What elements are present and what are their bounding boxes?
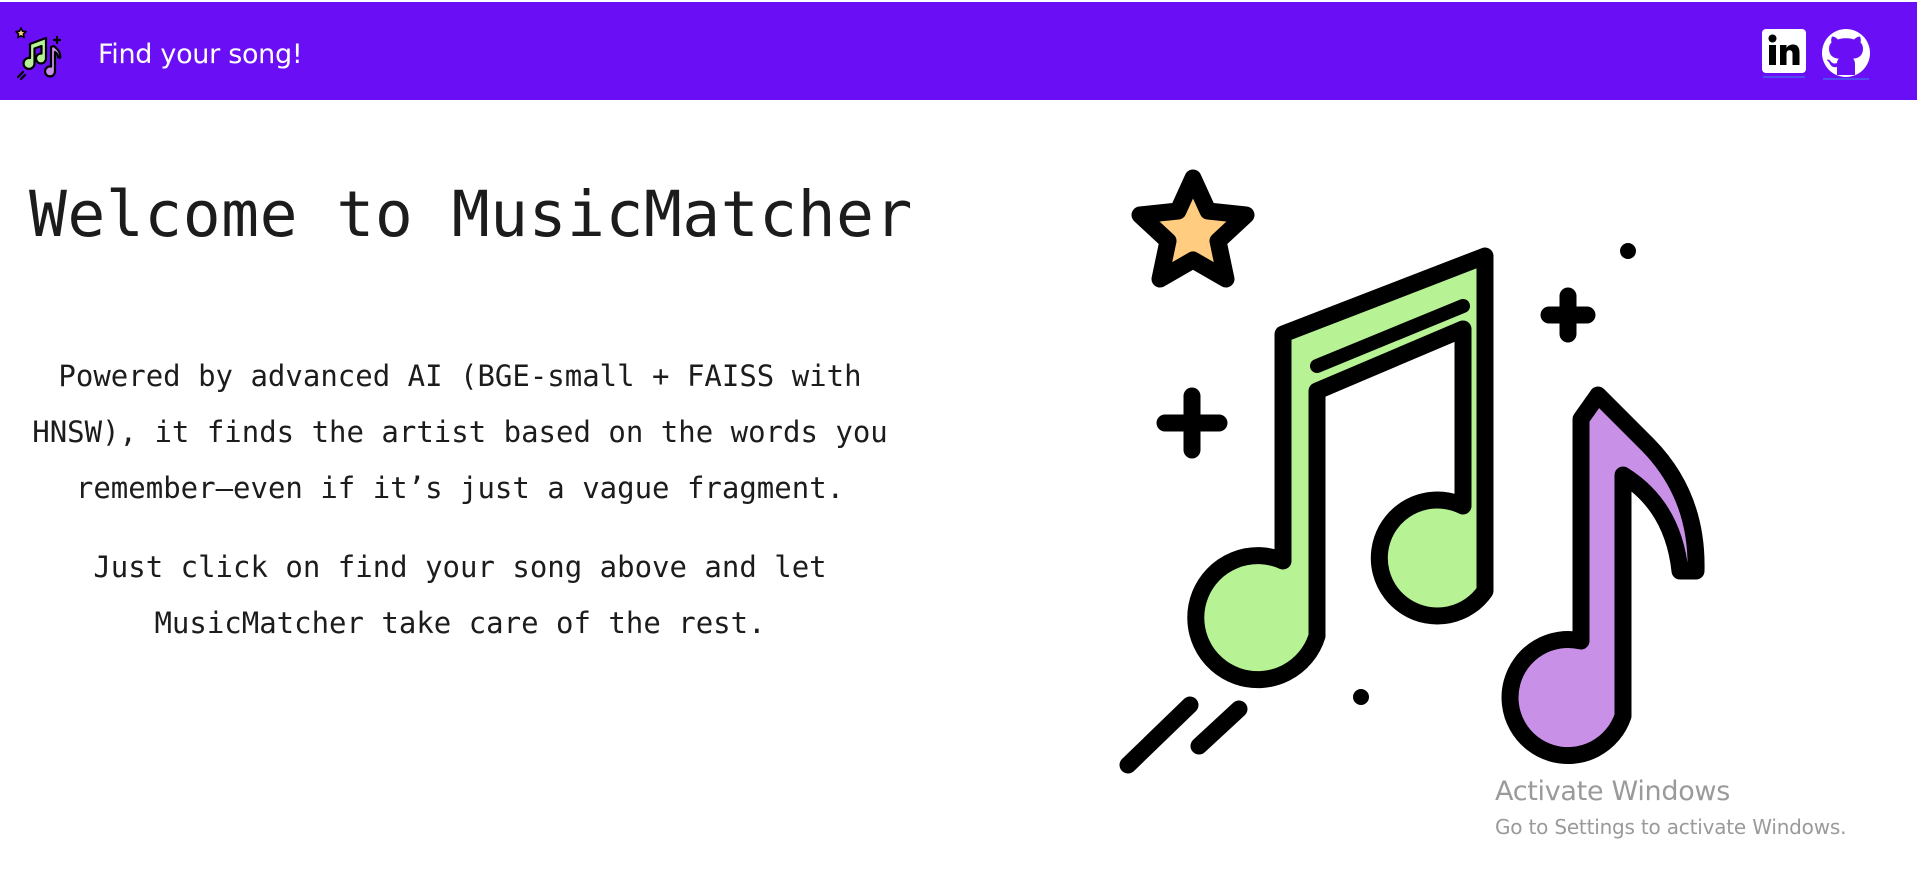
page-title: Welcome to MusicMatcher (29, 178, 913, 251)
hero-description: Powered by advanced AI (BGE-small + FAIS… (30, 348, 890, 674)
single-note-icon (1501, 386, 1705, 764)
link-underline (1763, 76, 1805, 78)
motion-lines-icon (1119, 696, 1248, 774)
plus-icon (1540, 287, 1596, 343)
hero-paragraph: Powered by advanced AI (BGE-small + FAIS… (32, 359, 888, 505)
dot-icon (1353, 689, 1369, 705)
star-icon (1131, 169, 1255, 288)
brand-link[interactable]: Find your song! (12, 22, 303, 86)
brand-title: Find your song! (98, 38, 303, 70)
navbar: Find your song! (0, 2, 1917, 100)
watermark-title: Activate Windows (1495, 776, 1730, 807)
github-icon (1822, 29, 1870, 77)
plus-icon (1156, 387, 1228, 459)
watermark-subtitle: Go to Settings to activate Windows. (1495, 815, 1847, 839)
github-link[interactable] (1821, 28, 1871, 80)
hero-paragraph: Just click on find your song above and l… (93, 550, 827, 640)
activate-windows-watermark: Activate Windows Go to Settings to activ… (1495, 776, 1846, 839)
linkedin-icon (1762, 29, 1806, 73)
music-notes-illustration (1119, 169, 1705, 774)
linkedin-link[interactable] (1761, 28, 1807, 78)
link-underline (1823, 78, 1869, 80)
music-notes-icon (15, 27, 62, 81)
dot-icon (1620, 243, 1636, 259)
